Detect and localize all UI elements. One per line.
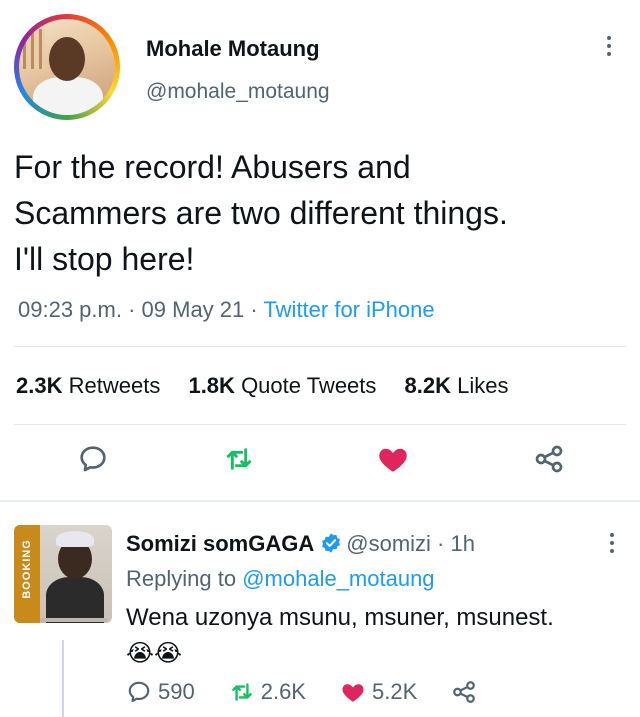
crying-emoji: 😭😭 bbox=[126, 640, 183, 667]
reply-count: 590 bbox=[158, 679, 195, 704]
thread-separator bbox=[0, 500, 640, 502]
meta-separator: · bbox=[128, 297, 136, 322]
tweet-date[interactable]: 09 May 21 bbox=[142, 297, 245, 322]
meta-separator: · bbox=[250, 297, 258, 322]
replying-to-handle[interactable]: @mohale_motaung bbox=[242, 566, 434, 591]
reply-like-count: 5.2K bbox=[371, 679, 418, 704]
retweets-stat[interactable]: 2.3K Retweets bbox=[16, 373, 160, 398]
quotes-label: Quote Tweets bbox=[241, 373, 377, 398]
verified-badge-icon bbox=[322, 533, 341, 553]
share-icon bbox=[453, 681, 476, 703]
reply-like-button[interactable]: 5.2K bbox=[340, 679, 417, 705]
tweet-text-line: For the record! Abusers and bbox=[14, 149, 411, 185]
retweets-label: Retweets bbox=[68, 373, 161, 398]
author-handle[interactable]: @mohale_motaung bbox=[146, 80, 330, 104]
tweet-meta: 09:23 p.m. · 09 May 21 · Twitter for iPh… bbox=[18, 297, 435, 323]
reply-author-handle[interactable]: @somizi bbox=[346, 531, 431, 556]
avatar-booking-text: BOOKING bbox=[21, 539, 33, 599]
replying-prefix: Replying to bbox=[126, 566, 237, 591]
likes-label: Likes bbox=[457, 373, 509, 398]
retweet-icon[interactable] bbox=[222, 442, 256, 476]
thread-line bbox=[62, 640, 64, 717]
reply-share-button[interactable] bbox=[451, 679, 483, 705]
author-avatar[interactable] bbox=[14, 14, 120, 120]
tweet-source-link[interactable]: Twitter for iPhone bbox=[263, 297, 434, 322]
reply-action-bar: 590 2.6K 5.2K bbox=[126, 679, 517, 705]
replying-to: Replying to @mohale_motaung bbox=[126, 566, 435, 592]
avatar-caption bbox=[40, 618, 108, 622]
tweet-text-line: I'll stop here! bbox=[14, 241, 195, 277]
tweet-stats: 2.3K Retweets 1.8K Quote Tweets 8.2K Lik… bbox=[16, 373, 531, 399]
divider bbox=[14, 424, 626, 425]
reply-author-name[interactable]: Somizi somGAGA bbox=[126, 531, 314, 556]
likes-count: 8.2K bbox=[404, 373, 452, 398]
likes-stat[interactable]: 8.2K Likes bbox=[405, 373, 509, 398]
reply-reply-button[interactable]: 590 bbox=[126, 679, 195, 705]
reply-retweet-button[interactable]: 2.6K bbox=[229, 679, 306, 705]
reply-icon[interactable] bbox=[76, 442, 110, 476]
tweet-text: For the record! Abusers and Scammers are… bbox=[14, 144, 624, 282]
retweets-count: 2.3K bbox=[16, 373, 63, 398]
reply-avatar[interactable]: BOOKING bbox=[14, 525, 112, 623]
reply-more-options-icon[interactable] bbox=[606, 533, 618, 557]
retweet-icon bbox=[231, 683, 252, 701]
tweet-time[interactable]: 09:23 p.m. bbox=[18, 297, 122, 322]
reply-age[interactable]: · 1h bbox=[437, 531, 475, 556]
reply-text: Wena uzonya msunu, msuner, msunest. bbox=[126, 604, 554, 631]
reply-icon bbox=[128, 681, 150, 703]
reply-retweet-count: 2.6K bbox=[260, 679, 306, 704]
divider bbox=[14, 346, 626, 347]
share-icon[interactable] bbox=[532, 442, 566, 476]
author-name[interactable]: Mohale Motaung bbox=[146, 36, 320, 62]
like-icon bbox=[342, 684, 364, 702]
more-options-icon[interactable] bbox=[602, 36, 616, 62]
like-icon[interactable] bbox=[376, 442, 410, 476]
quotes-stat[interactable]: 1.8K Quote Tweets bbox=[188, 373, 376, 398]
quotes-count: 1.8K bbox=[188, 373, 235, 398]
tweet-text-line: Scammers are two different things. bbox=[14, 195, 508, 231]
reply-header: Somizi somGAGA @somizi · 1h bbox=[126, 531, 475, 557]
